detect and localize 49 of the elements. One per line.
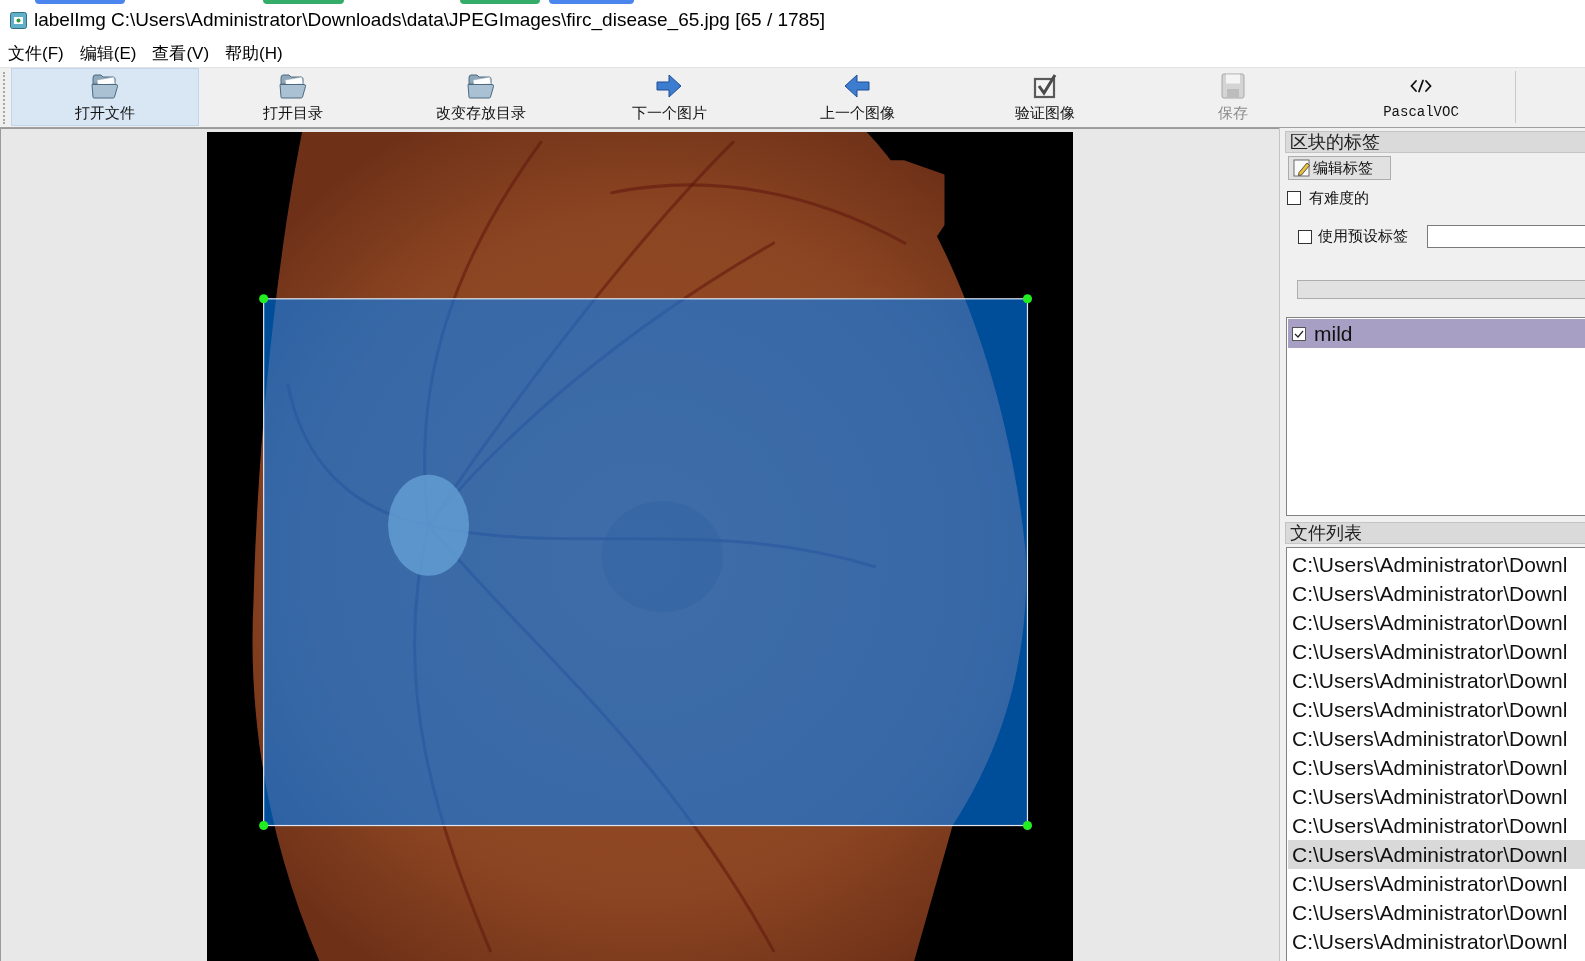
corner-handle[interactable] [259,294,269,304]
toolbar-button[interactable]: 打开文件 [11,68,199,126]
arrow-right-icon [656,74,682,98]
checkbox[interactable] [1287,191,1301,205]
folder-icon [279,73,307,99]
file-item[interactable]: C:\Users\Administrator\Downl [1288,840,1585,869]
checkbox-tick-icon [1033,73,1057,99]
label-item[interactable]: mild [1288,319,1585,348]
file-item[interactable]: C:\Users\Administrator\Downl [1288,869,1585,898]
toolbar-button[interactable]: 验证图像 [951,68,1139,126]
toolbar-button[interactable]: 改变存放目录 [387,68,575,126]
menu-item[interactable]: 文件(F) [0,39,72,67]
file-item[interactable]: C:\Users\Administrator\Downl [1288,579,1585,608]
dock-title: 区块的标签 [1285,131,1585,153]
corner-handle[interactable] [259,821,269,831]
file-item[interactable]: C:\Users\Administrator\Downl [1288,637,1585,666]
checkbox[interactable] [1292,326,1306,341]
toolbar-button[interactable]: PascalVOC [1327,68,1515,126]
file-item[interactable]: C:\Users\Administrator\Downl [1288,811,1585,840]
menu-item[interactable]: 帮助(H) [217,39,291,67]
toolbar-button[interactable]: 上一个图像 [763,68,951,126]
edit-label-button[interactable]: 编辑标签 [1288,156,1391,180]
checkbox-label: 有难度的 [1309,188,1369,208]
file-item[interactable]: C:\Users\Administrator\Downl [1288,666,1585,695]
checkbox[interactable] [1298,229,1312,244]
toolbar-button[interactable]: 打开目录 [199,68,387,126]
menu-item[interactable]: 查看(V) [144,39,218,67]
file-item[interactable]: C:\Users\Administrator\Downl [1288,898,1585,927]
file-item[interactable]: C:\Users\Administrator\Downl [1288,695,1585,724]
app-icon [10,11,27,29]
menu-item[interactable]: 编辑(E) [71,39,145,67]
default-label-field[interactable] [1427,225,1585,248]
folder-icon [467,73,495,99]
edit-icon [1293,159,1311,177]
corner-handle[interactable] [1022,821,1033,831]
file-item[interactable]: C:\Users\Administrator\Downl [1288,927,1585,956]
file-item[interactable]: C:\Users\Administrator\Downl [1288,608,1585,637]
folder-icon [91,73,119,99]
window-title: labelImg C:\Users\Administrator\Downloads\data\JPEGImages\firc_disease_65.jpg [65 / 1785] [34,9,825,31]
corner-handle[interactable] [1022,294,1033,304]
file-item[interactable]: C:\Users\Administrator\Downl [1288,753,1585,782]
arrow-left-icon [844,74,870,98]
dock-title: 文件列表 [1285,522,1585,544]
file-item[interactable]: C:\Users\Administrator\Downl [1288,724,1585,753]
checkbox-label: 使用预设标签 [1318,227,1408,246]
toolbar-button[interactable]: 下一个图片 [575,68,763,126]
file-item[interactable]: C:\Users\Administrator\Downl [1288,550,1585,579]
file-item[interactable]: C:\Users\Administrator\Downl [1288,782,1585,811]
code-icon [1410,79,1432,93]
